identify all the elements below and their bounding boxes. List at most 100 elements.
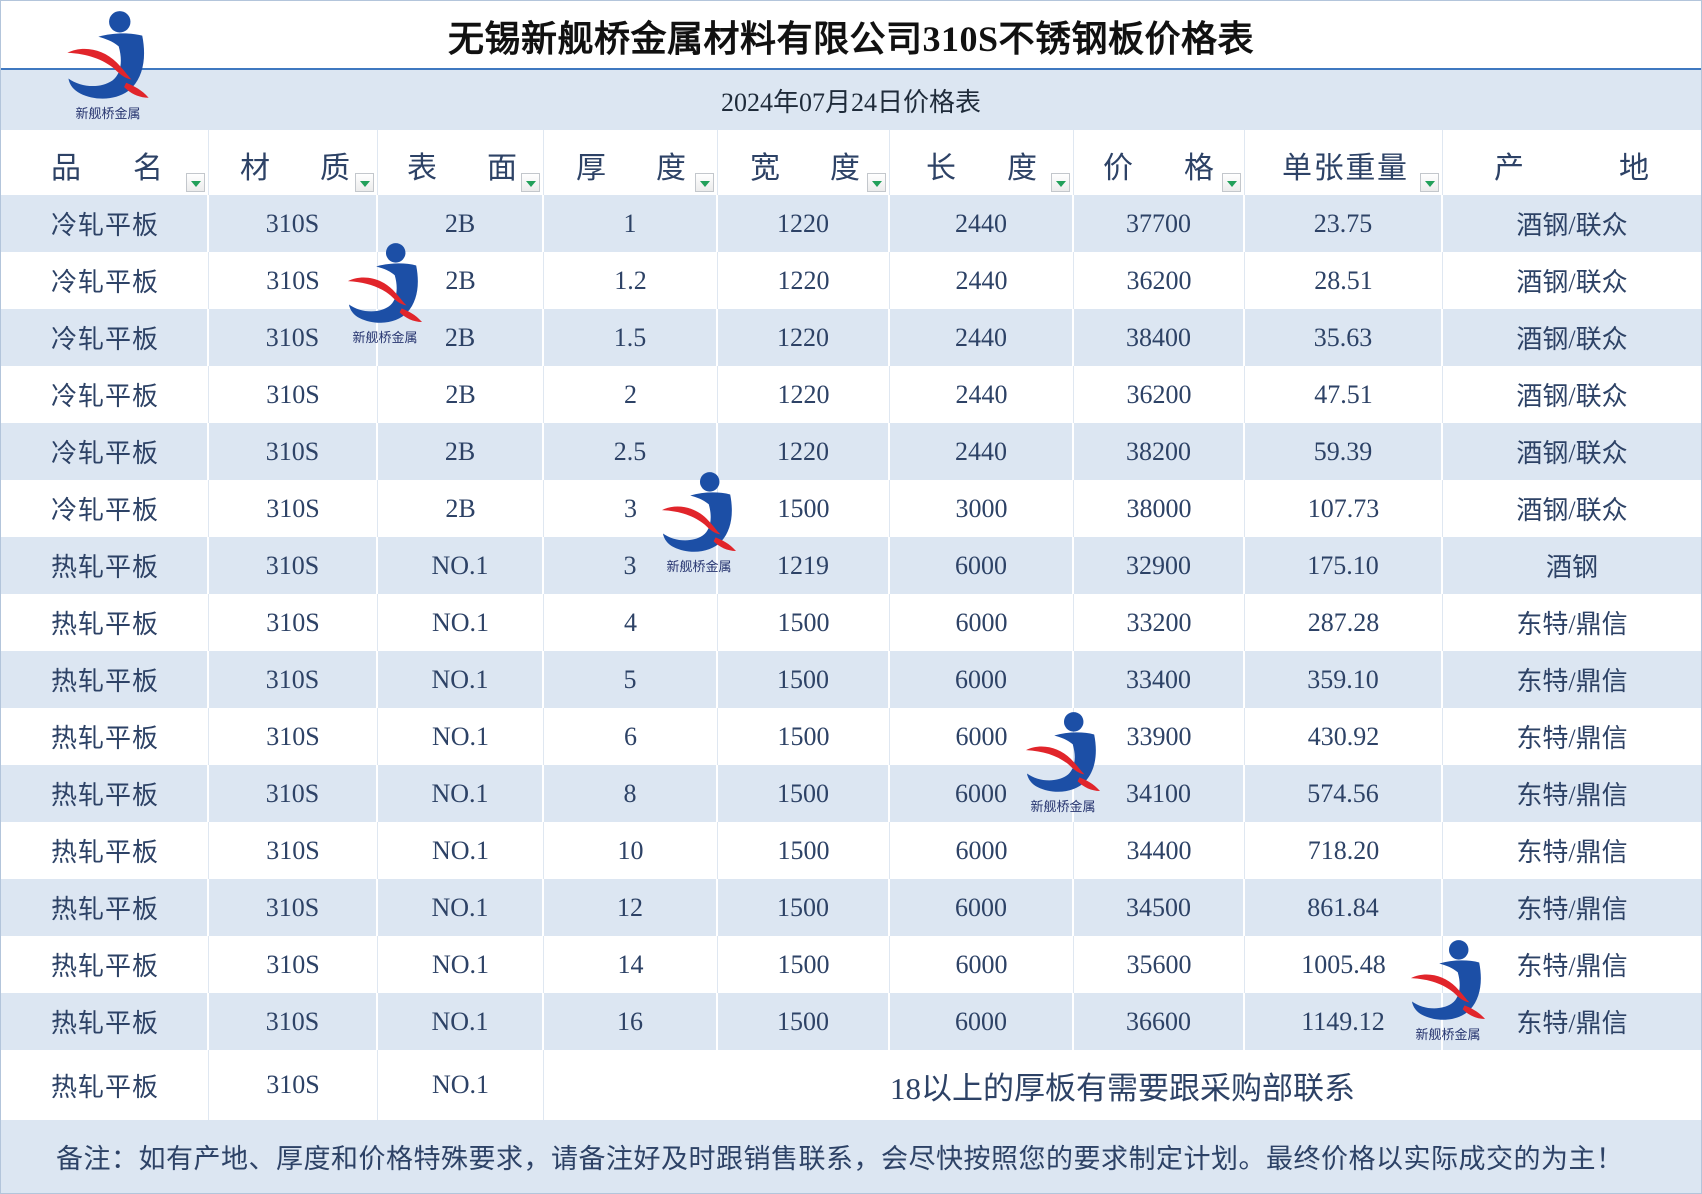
column-header-width[interactable]: 宽度 bbox=[718, 130, 890, 195]
cell-thickness[interactable]: 5 bbox=[544, 651, 718, 708]
cell-origin[interactable]: 东特/鼎信 bbox=[1443, 651, 1701, 708]
cell-width[interactable]: 1500 bbox=[718, 708, 890, 765]
cell-width[interactable]: 1220 bbox=[718, 309, 890, 366]
cell-price[interactable]: 38200 bbox=[1074, 423, 1245, 480]
cell-width[interactable]: 1500 bbox=[718, 765, 890, 822]
sheet-title[interactable]: 无锡新舰桥金属材料有限公司310S不锈钢板价格表 bbox=[448, 10, 1254, 62]
cell-origin[interactable]: 酒钢/联众 bbox=[1443, 366, 1701, 423]
cell-surface[interactable]: 2B bbox=[378, 309, 544, 366]
cell-width[interactable]: 1500 bbox=[718, 993, 890, 1050]
cell-thickness[interactable]: 2.5 bbox=[544, 423, 718, 480]
cell-price[interactable]: 36200 bbox=[1074, 252, 1245, 309]
cell-surface[interactable]: 2B bbox=[378, 195, 544, 252]
date-label[interactable]: 2024年07月24日价格表 bbox=[721, 82, 981, 119]
cell-product-name[interactable]: 热轧平板 bbox=[1, 708, 209, 765]
cell-product-name[interactable]: 冷轧平板 bbox=[1, 309, 209, 366]
cell-surface[interactable]: NO.1 bbox=[378, 537, 544, 594]
cell-length[interactable]: 6000 bbox=[890, 708, 1074, 765]
filter-dropdown-button[interactable] bbox=[355, 173, 374, 192]
cell-material[interactable]: 310S bbox=[209, 195, 378, 252]
cell-price[interactable]: 36200 bbox=[1074, 366, 1245, 423]
cell-surface[interactable]: 2B bbox=[378, 480, 544, 537]
cell-sheet-weight[interactable]: 287.28 bbox=[1245, 594, 1443, 651]
cell-surface[interactable]: 2B bbox=[378, 423, 544, 480]
cell-surface[interactable]: NO.1 bbox=[378, 879, 544, 936]
cell-sheet-weight[interactable]: 107.73 bbox=[1245, 480, 1443, 537]
cell-thickness[interactable]: 10 bbox=[544, 822, 718, 879]
cell-price[interactable]: 34100 bbox=[1074, 765, 1245, 822]
cell-surface[interactable]: NO.1 bbox=[378, 822, 544, 879]
cell-material[interactable]: 310S bbox=[209, 366, 378, 423]
cell-material[interactable]: 310S bbox=[209, 537, 378, 594]
cell-width[interactable]: 1500 bbox=[718, 480, 890, 537]
cell-width[interactable]: 1220 bbox=[718, 366, 890, 423]
cell-material[interactable]: 310S bbox=[209, 879, 378, 936]
cell-sheet-weight[interactable]: 430.92 bbox=[1245, 708, 1443, 765]
cell-length[interactable]: 3000 bbox=[890, 480, 1074, 537]
cell-thickness[interactable]: 6 bbox=[544, 708, 718, 765]
cell-thickness[interactable]: 14 bbox=[544, 936, 718, 993]
cell-product-name[interactable]: 热轧平板 bbox=[1, 822, 209, 879]
filter-dropdown-button[interactable] bbox=[1051, 173, 1070, 192]
cell-sheet-weight[interactable]: 1149.12 bbox=[1245, 993, 1443, 1050]
cell-surface[interactable]: NO.1 bbox=[378, 936, 544, 993]
cell-product-name[interactable]: 热轧平板 bbox=[1, 1050, 209, 1120]
footer-note[interactable]: 备注：如有产地、厚度和价格特殊要求，请备注好及时跟销售联系，会尽快按照您的要求制… bbox=[56, 1137, 1624, 1176]
cell-price[interactable]: 33200 bbox=[1074, 594, 1245, 651]
cell-width[interactable]: 1220 bbox=[718, 195, 890, 252]
cell-origin[interactable]: 东特/鼎信 bbox=[1443, 993, 1701, 1050]
cell-material[interactable]: 310S bbox=[209, 993, 378, 1050]
cell-price[interactable]: 34400 bbox=[1074, 822, 1245, 879]
cell-material[interactable]: 310S bbox=[209, 423, 378, 480]
cell-product-name[interactable]: 热轧平板 bbox=[1, 993, 209, 1050]
cell-product-name[interactable]: 热轧平板 bbox=[1, 651, 209, 708]
filter-dropdown-button[interactable] bbox=[1420, 173, 1439, 192]
cell-origin[interactable]: 酒钢/联众 bbox=[1443, 423, 1701, 480]
cell-width[interactable]: 1500 bbox=[718, 651, 890, 708]
cell-length[interactable]: 6000 bbox=[890, 993, 1074, 1050]
cell-length[interactable]: 6000 bbox=[890, 822, 1074, 879]
cell-length[interactable]: 2440 bbox=[890, 309, 1074, 366]
cell-length[interactable]: 6000 bbox=[890, 594, 1074, 651]
column-header-material[interactable]: 材质 bbox=[209, 130, 378, 195]
cell-material[interactable]: 310S bbox=[209, 822, 378, 879]
cell-price[interactable]: 34500 bbox=[1074, 879, 1245, 936]
cell-product-name[interactable]: 冷轧平板 bbox=[1, 480, 209, 537]
cell-product-name[interactable]: 冷轧平板 bbox=[1, 195, 209, 252]
cell-sheet-weight[interactable]: 47.51 bbox=[1245, 366, 1443, 423]
cell-material[interactable]: 310S bbox=[209, 708, 378, 765]
cell-material[interactable]: 310S bbox=[209, 936, 378, 993]
cell-sheet-weight[interactable]: 718.20 bbox=[1245, 822, 1443, 879]
cell-surface[interactable]: 2B bbox=[378, 366, 544, 423]
cell-material[interactable]: 310S bbox=[209, 252, 378, 309]
cell-width[interactable]: 1219 bbox=[718, 537, 890, 594]
cell-origin[interactable]: 东特/鼎信 bbox=[1443, 822, 1701, 879]
column-header-length[interactable]: 长度 bbox=[890, 130, 1074, 195]
cell-surface[interactable]: NO.1 bbox=[378, 765, 544, 822]
cell-origin[interactable]: 东特/鼎信 bbox=[1443, 765, 1701, 822]
cell-width[interactable]: 1220 bbox=[718, 423, 890, 480]
cell-origin[interactable]: 酒钢/联众 bbox=[1443, 309, 1701, 366]
cell-product-name[interactable]: 冷轧平板 bbox=[1, 252, 209, 309]
cell-width[interactable]: 1500 bbox=[718, 822, 890, 879]
cell-length[interactable]: 6000 bbox=[890, 936, 1074, 993]
cell-length[interactable]: 6000 bbox=[890, 879, 1074, 936]
cell-sheet-weight[interactable]: 175.10 bbox=[1245, 537, 1443, 594]
cell-product-name[interactable]: 热轧平板 bbox=[1, 936, 209, 993]
cell-price[interactable]: 36600 bbox=[1074, 993, 1245, 1050]
column-header-product-name[interactable]: 品名 bbox=[1, 130, 209, 195]
cell-surface[interactable]: NO.1 bbox=[378, 651, 544, 708]
filter-dropdown-button[interactable] bbox=[521, 173, 540, 192]
cell-thickness[interactable]: 12 bbox=[544, 879, 718, 936]
cell-material[interactable]: 310S bbox=[209, 651, 378, 708]
cell-price[interactable]: 33400 bbox=[1074, 651, 1245, 708]
cell-product-name[interactable]: 热轧平板 bbox=[1, 594, 209, 651]
cell-length[interactable]: 2440 bbox=[890, 252, 1074, 309]
column-header-origin[interactable]: 产地 bbox=[1443, 130, 1701, 195]
thick-plate-note[interactable]: 18以上的厚板有需要跟采购部联系 bbox=[544, 1050, 1701, 1120]
cell-product-name[interactable]: 热轧平板 bbox=[1, 537, 209, 594]
cell-length[interactable]: 2440 bbox=[890, 423, 1074, 480]
column-header-sheet-weight[interactable]: 单张重量 bbox=[1245, 130, 1443, 195]
cell-sheet-weight[interactable]: 359.10 bbox=[1245, 651, 1443, 708]
cell-thickness[interactable]: 1.2 bbox=[544, 252, 718, 309]
